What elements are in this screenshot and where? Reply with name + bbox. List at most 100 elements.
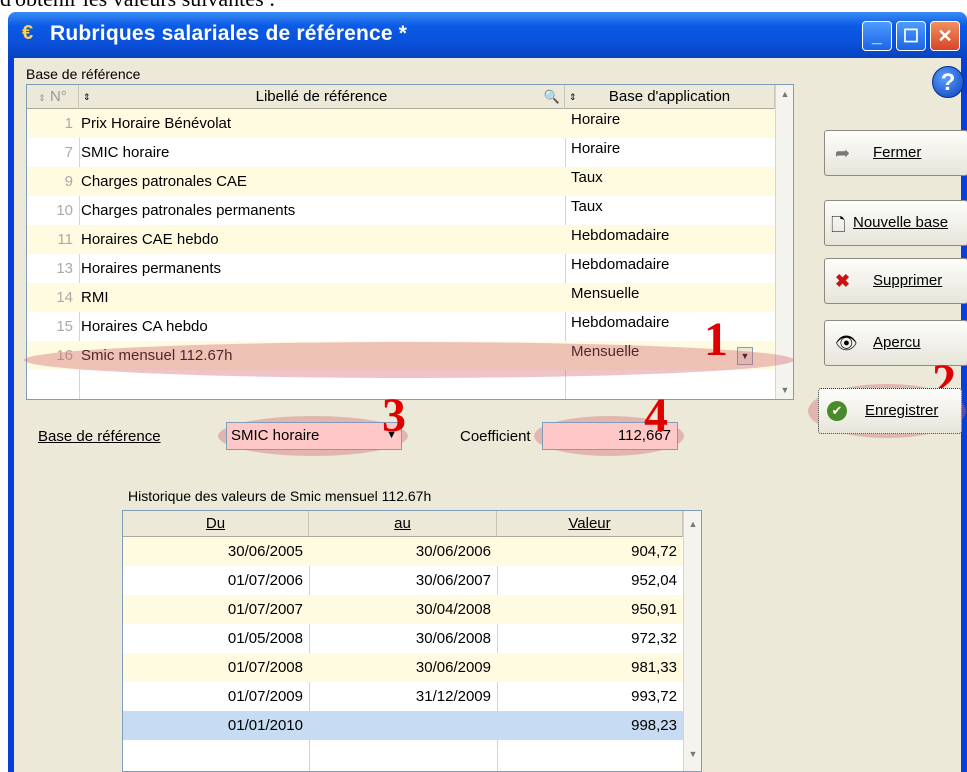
annotation-1: 1 [704,313,728,366]
cell-au: 30/06/2009 [415,659,491,676]
history-grid[interactable]: Du au Valeur 30/06/2005 30/06/2006 904,72 0… [122,510,702,772]
row-base: Hebdomadaire [571,227,670,244]
row-base: Taux [571,169,603,186]
table-row[interactable]: 10 Charges patronales permanents Taux [27,196,775,225]
scroll-down-arrow[interactable]: ▼ [684,745,701,763]
table-row[interactable]: 14 RMI Mensuelle [27,283,775,312]
table-row[interactable]: 01/07/2008 30/06/2009 981,33 [123,653,683,682]
table-row[interactable]: 01/07/2009 31/12/2009 993,72 [123,682,683,711]
cell-valeur: 972,32 [631,630,677,647]
table-row[interactable]: 15 Horaires CA hebdo Hebdomadaire [27,312,775,341]
row-number: 13 [56,260,73,277]
coef-label: Coefficient [460,428,531,445]
title-bar: € Rubriques salariales de référence * _ … [8,12,967,58]
cell-au [309,711,491,740]
column-header-au[interactable]: au [309,511,497,537]
row-number: 15 [56,318,73,335]
row-base: Horaire [571,140,621,157]
cell-au: 30/06/2007 [415,572,491,589]
row-number: 7 [64,144,73,161]
base-label: Base de référence [38,428,161,445]
cell-du: 01/05/2008 [227,630,303,647]
supprimer-button[interactable]: ✖ Supprimer [824,258,967,304]
column-header-num[interactable]: ⇕ N° [27,85,79,109]
row-libelle: Charges patronales permanents [81,202,296,219]
row-number: 10 [56,202,73,219]
row-libelle: Charges patronales CAE [81,173,247,190]
window-title: Rubriques salariales de référence * [50,22,408,45]
new-document-icon: 🗋 [831,215,846,235]
table-row[interactable]: 1 Prix Horaire Bénévolat Horaire [27,109,775,138]
table-row[interactable]: 01/07/2006 30/06/2007 952,04 [123,566,683,595]
row-number: 11 [57,231,73,248]
row-base: Hebdomadaire [571,314,670,331]
table-row[interactable]: 01/07/2007 30/04/2008 950,91 [123,595,683,624]
app-window: € Rubriques salariales de référence * _ … [8,12,967,772]
cell-du: 01/07/2007 [227,601,303,618]
enregistrer-button[interactable]: ✔ Enregistrer [818,388,962,434]
cell-valeur: 904,72 [631,543,677,560]
euro-icon: € [22,22,34,44]
table-row[interactable]: 01/05/2008 30/06/2008 972,32 [123,624,683,653]
cell-valeur: 998,23 [631,717,677,734]
column-header-libelle[interactable]: ⇕ Libellé de référence 🔍 [79,85,565,109]
fermer-button[interactable]: ➦ Fermer [824,130,967,176]
table-row[interactable]: 11 Horaires CAE hebdo Hebdomadaire [27,225,775,254]
history-caption: Historique des valeurs de Smic mensuel 1… [128,488,432,504]
cell-au: 30/06/2008 [415,630,491,647]
table-row[interactable]: 13 Horaires permanents Hebdomadaire [27,254,775,283]
column-header-du[interactable]: Du [123,511,309,537]
column-header-valeur[interactable]: Valeur [497,511,683,537]
help-button[interactable]: ? [932,66,964,98]
close-button[interactable]: ✕ [930,21,960,51]
row-base: Hebdomadaire [571,256,670,273]
row-base: Horaire [571,111,621,128]
row-libelle: RMI [81,289,109,306]
table-row[interactable]: 7 SMIC horaire Horaire [27,138,775,167]
cell-du: 01/07/2008 [227,659,303,676]
table-row[interactable]: 30/06/2005 30/06/2006 904,72 [123,537,683,566]
row-libelle: SMIC horaire [81,144,170,161]
row-libelle: Horaires CA hebdo [81,318,208,335]
cell-au: 30/06/2006 [415,543,491,560]
scroll-up-arrow[interactable]: ▲ [776,85,793,103]
row-libelle: Prix Horaire Bénévolat [81,115,232,132]
row-base: Taux [571,198,603,215]
cell-du: 01/01/2010 [227,717,303,734]
exit-icon: ➦ [835,143,851,163]
page-caption: d'obtenir les valeurs suivantes : [0,0,275,12]
delete-icon: ✖ [835,271,851,291]
minimize-button[interactable]: _ [862,21,892,51]
history-scrollbar[interactable]: ▲ ▼ [683,511,701,771]
grid-caption: Base de référence [26,66,141,82]
annotation-4: 4 [644,389,668,442]
cell-valeur: 993,72 [631,688,677,705]
grid-scrollbar[interactable]: ▲ ▼ [775,85,793,399]
highlight-row [24,342,794,378]
table-row[interactable]: 9 Charges patronales CAE Taux [27,167,775,196]
nouvelle-base-button[interactable]: 🗋 Nouvelle base [824,200,967,246]
base-select[interactable]: SMIC horaire ▼ [226,422,402,450]
client-area: Base de référence ⇕ N° ⇕ Libellé de réfé… [14,58,967,772]
scroll-up-arrow[interactable]: ▲ [684,515,701,533]
cell-valeur: 952,04 [631,572,677,589]
table-row[interactable]: 01/01/2010 998,23 [123,711,683,740]
cell-valeur: 950,91 [631,601,677,618]
search-icon[interactable]: 🔍 [544,85,560,109]
row-base: Mensuelle [571,285,640,302]
row-number: 14 [56,289,73,306]
row-libelle: Horaires permanents [81,260,222,277]
row-number: 9 [64,173,73,190]
scroll-down-arrow[interactable]: ▼ [776,381,793,399]
cell-du: 01/07/2006 [227,572,303,589]
cell-au: 31/12/2009 [415,688,491,705]
column-header-base[interactable]: ⇕ Base d'application [565,85,775,109]
maximize-button[interactable]: ☐ [896,21,926,51]
row-number: 1 [64,115,73,132]
grid-header: ⇕ N° ⇕ Libellé de référence 🔍 ⇕ Base d'a… [27,85,793,109]
check-icon: ✔ [827,401,847,421]
cell-au: 30/04/2008 [415,601,491,618]
cell-du: 30/06/2005 [227,543,303,560]
cell-du: 01/07/2009 [227,688,303,705]
preview-icon: 👁 [835,333,858,353]
